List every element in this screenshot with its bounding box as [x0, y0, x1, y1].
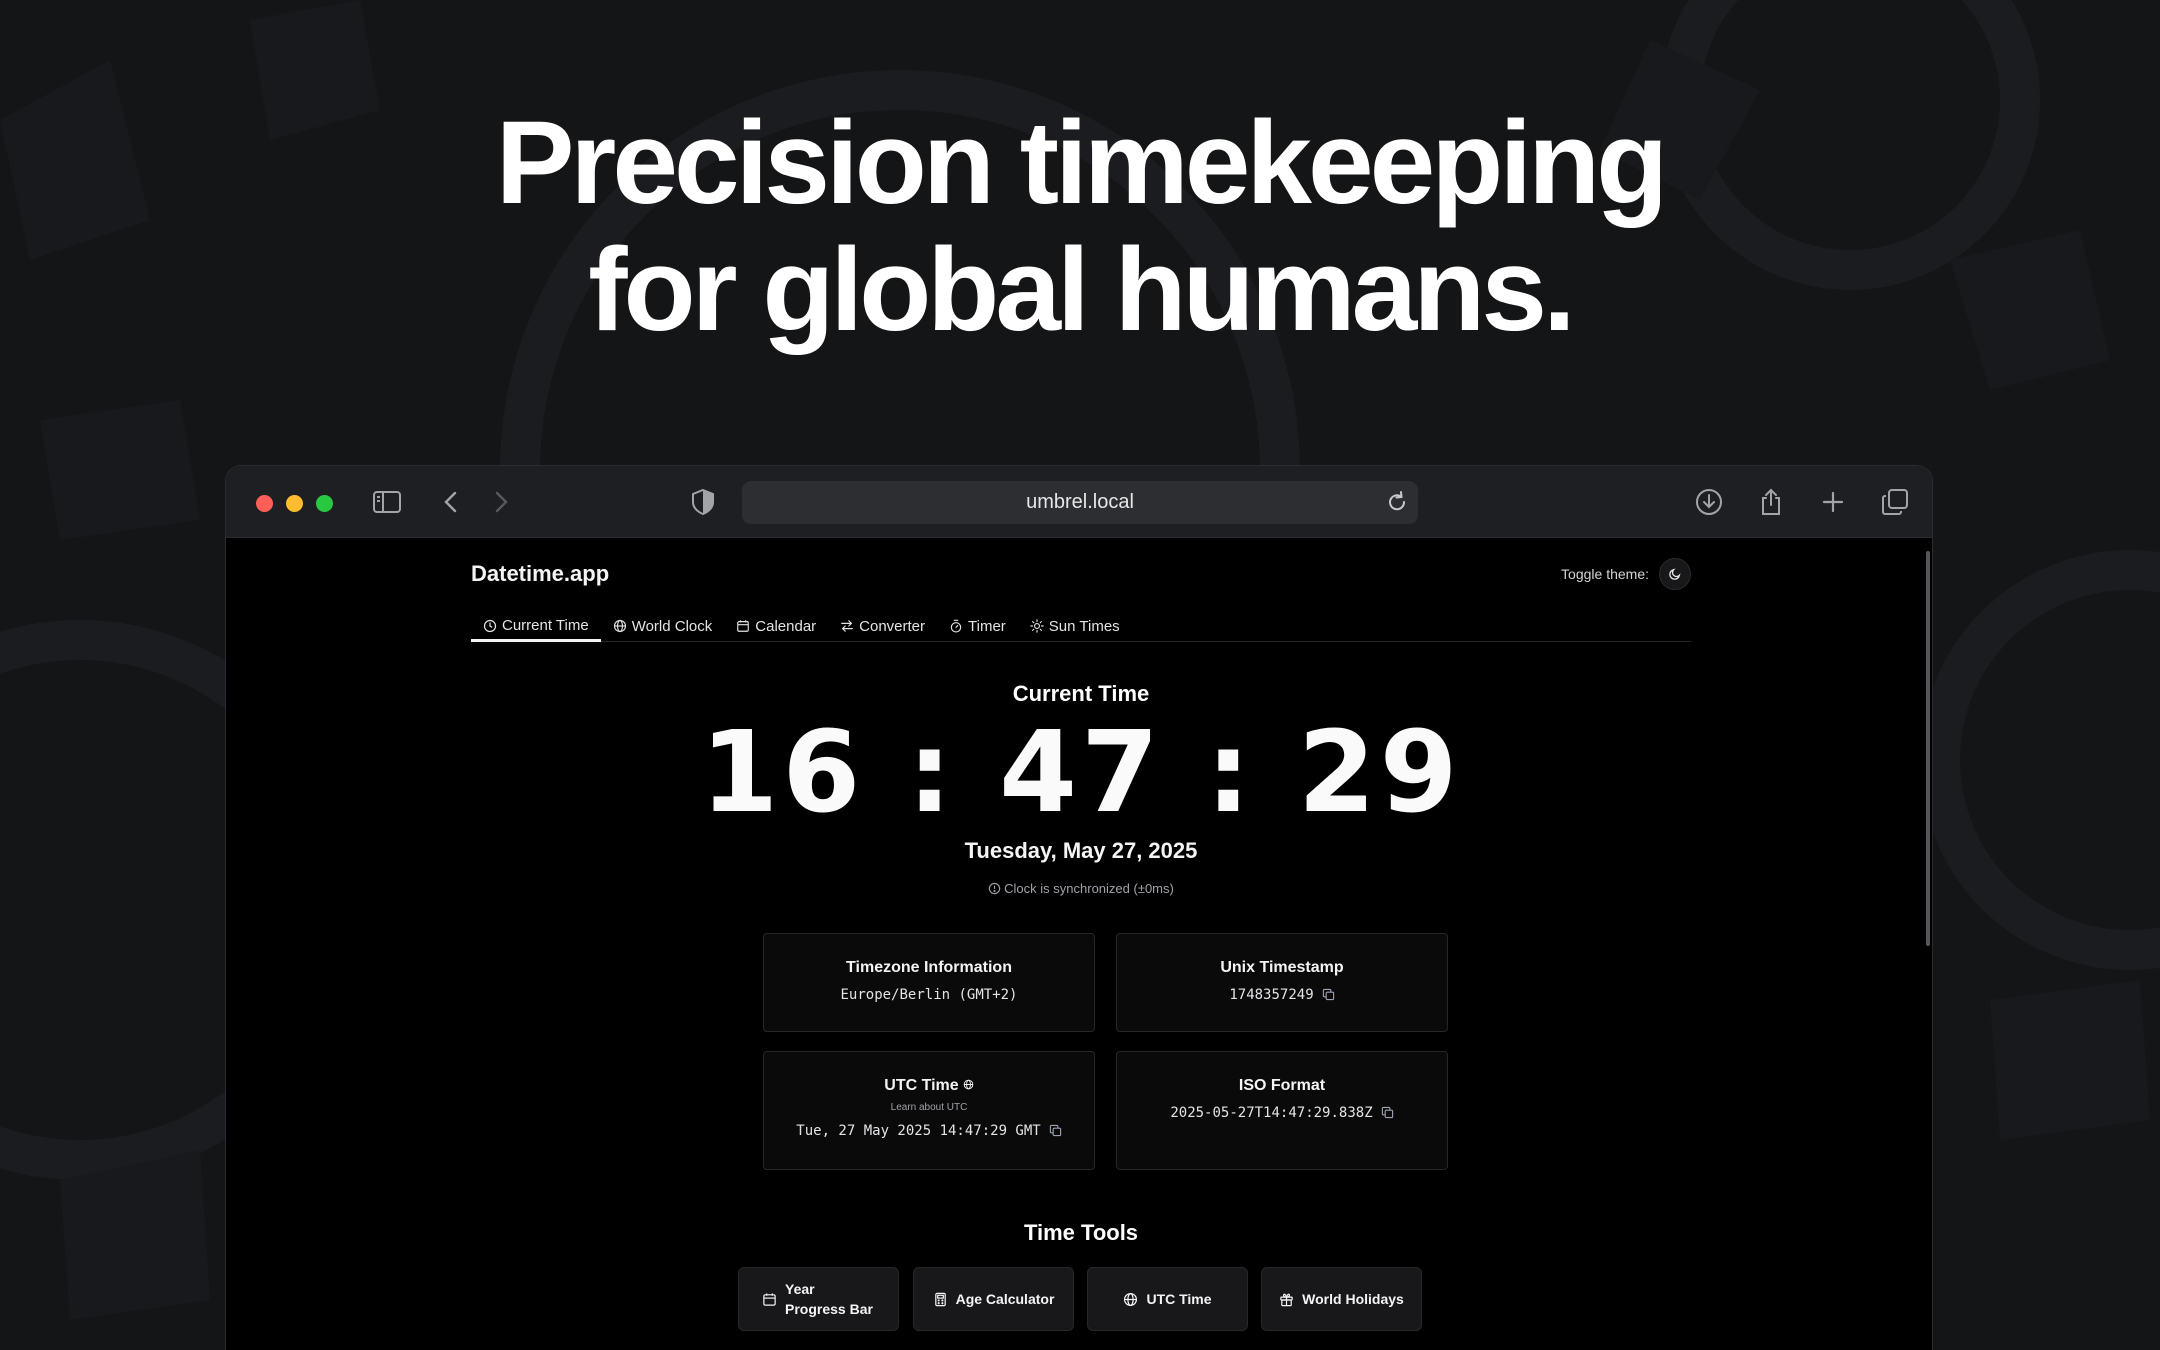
minimize-window-button[interactable] — [286, 495, 303, 512]
hero-headline: Precision timekeeping for global humans. — [0, 100, 2160, 354]
privacy-shield-icon[interactable] — [687, 486, 719, 518]
unix-value: 1748357249 — [1229, 987, 1314, 1003]
tab-calendar[interactable]: Calendar — [724, 612, 828, 640]
tab-world-clock[interactable]: World Clock — [601, 612, 725, 640]
iso-format-card: ISO Format 2025-05-27T14:47:29.838Z — [1116, 1051, 1448, 1170]
clock-hours: 16 — [700, 708, 865, 838]
clock-separator: : — [1162, 708, 1298, 838]
app-brand[interactable]: Datetime.app — [471, 561, 609, 587]
share-icon[interactable] — [1755, 486, 1787, 518]
tab-label: Calendar — [755, 617, 817, 635]
clock-icon — [483, 619, 497, 632]
timezone-title: Timezone Information — [846, 959, 1012, 976]
tab-label: Timer — [968, 617, 1006, 635]
iso-title: ISO Format — [1238, 1077, 1326, 1094]
unix-value-row: 1748357249 — [1117, 987, 1447, 1003]
back-arrow-icon[interactable] — [436, 486, 468, 518]
clock-seconds: 29 — [1297, 708, 1462, 838]
tab-label: Current Time — [502, 617, 589, 634]
browser-toolbar: umbrel.local — [226, 466, 1932, 538]
utc-title-row: UTC Time — [764, 1077, 1094, 1095]
tab-label: Converter — [859, 617, 926, 635]
current-time-heading: Current Time — [1012, 681, 1150, 706]
learn-about-utc-link[interactable]: Learn about UTC — [764, 1102, 1094, 1113]
clock-minutes: 47 — [999, 708, 1163, 838]
moon-icon — [1669, 568, 1681, 580]
tab-current-time[interactable]: Current Time — [471, 612, 601, 642]
globe-icon — [963, 1079, 974, 1090]
tab-overview-icon[interactable] — [1879, 486, 1911, 518]
arrows-icon — [841, 620, 853, 632]
iso-value: 2025-05-27T14:47:29.838Z — [1170, 1105, 1373, 1121]
current-date: Tuesday, May 27, 2025 — [964, 838, 1198, 863]
downloads-icon[interactable] — [1693, 486, 1725, 518]
url-text: umbrel.local — [1026, 491, 1134, 513]
browser-window: umbrel.local Datetime.app Toggle theme: — [225, 465, 1933, 1350]
utc-value: Tue, 27 May 2025 14:47:29 GMT — [796, 1123, 1041, 1139]
theme-toggle-group: Toggle theme: — [1561, 558, 1691, 590]
theme-toggle-label: Toggle theme: — [1561, 566, 1649, 582]
forward-arrow-icon[interactable] — [484, 486, 516, 518]
year-progress-bar-button[interactable]: Year Progress Bar — [738, 1267, 899, 1331]
new-tab-icon[interactable] — [1817, 486, 1849, 518]
copy-icon[interactable] — [1049, 1124, 1062, 1137]
stopwatch-icon — [950, 619, 962, 633]
tool-label: Year Progress Bar — [785, 1281, 873, 1317]
calculator-icon — [934, 1292, 946, 1306]
page-scrollbar[interactable] — [1926, 551, 1930, 946]
utc-value-row: Tue, 27 May 2025 14:47:29 GMT — [764, 1123, 1094, 1139]
hero-line-2: for global humans. — [588, 224, 1576, 356]
age-calculator-button[interactable]: Age Calculator — [913, 1267, 1074, 1331]
globe-icon — [613, 619, 626, 633]
calendar-icon — [763, 1292, 776, 1306]
timezone-card: Timezone Information Europe/Berlin (GMT+… — [763, 933, 1095, 1032]
globe-icon — [1124, 1292, 1138, 1306]
calendar-icon — [737, 620, 750, 632]
world-holidays-button[interactable]: World Holidays — [1261, 1267, 1422, 1331]
tool-label: Age Calculator — [955, 1291, 1055, 1307]
zoom-window-button[interactable] — [316, 495, 333, 512]
timezone-value: Europe/Berlin (GMT+2) — [840, 987, 1018, 1003]
clock-separator: : — [864, 708, 1000, 838]
iso-value-row: 2025-05-27T14:47:29.838Z — [1117, 1105, 1447, 1121]
tab-converter[interactable]: Converter — [828, 612, 937, 640]
copy-icon[interactable] — [1381, 1106, 1394, 1119]
main-tabs: Current Time World Clock Calendar Conver… — [471, 612, 1691, 642]
utc-time-button[interactable]: UTC Time — [1087, 1267, 1248, 1331]
tab-timer[interactable]: Timer — [937, 612, 1018, 640]
digital-clock: 16 : 47 : 29 — [471, 708, 1691, 838]
info-clock-icon — [988, 882, 1001, 895]
utc-title: UTC Time — [884, 1077, 959, 1094]
copy-icon[interactable] — [1322, 988, 1335, 1001]
tab-label: Sun Times — [1048, 617, 1120, 635]
tab-label: World Clock — [631, 617, 713, 635]
sync-text: Clock is synchronized (±0ms) — [1004, 881, 1174, 896]
unix-timestamp-card: Unix Timestamp 1748357249 — [1116, 933, 1448, 1032]
tool-label: UTC Time — [1146, 1291, 1212, 1307]
hero-line-1: Precision timekeeping — [495, 97, 1669, 229]
theme-toggle-button[interactable] — [1659, 558, 1691, 590]
gift-icon — [1280, 1293, 1293, 1306]
sidebar-toggle-icon[interactable] — [371, 486, 403, 518]
time-tools-heading: Time Tools — [1023, 1220, 1139, 1245]
unix-title: Unix Timestamp — [1220, 959, 1344, 976]
reload-icon[interactable] — [1384, 489, 1410, 515]
tab-sun-times[interactable]: Sun Times — [1018, 612, 1132, 640]
tool-label: World Holidays — [1302, 1291, 1404, 1307]
address-bar[interactable]: umbrel.local — [742, 481, 1418, 524]
sun-icon — [1030, 619, 1044, 633]
close-window-button[interactable] — [256, 495, 273, 512]
sync-status: Clock is synchronized (±0ms) — [471, 881, 1691, 896]
utc-time-card: UTC Time Learn about UTC Tue, 27 May 202… — [763, 1051, 1095, 1170]
